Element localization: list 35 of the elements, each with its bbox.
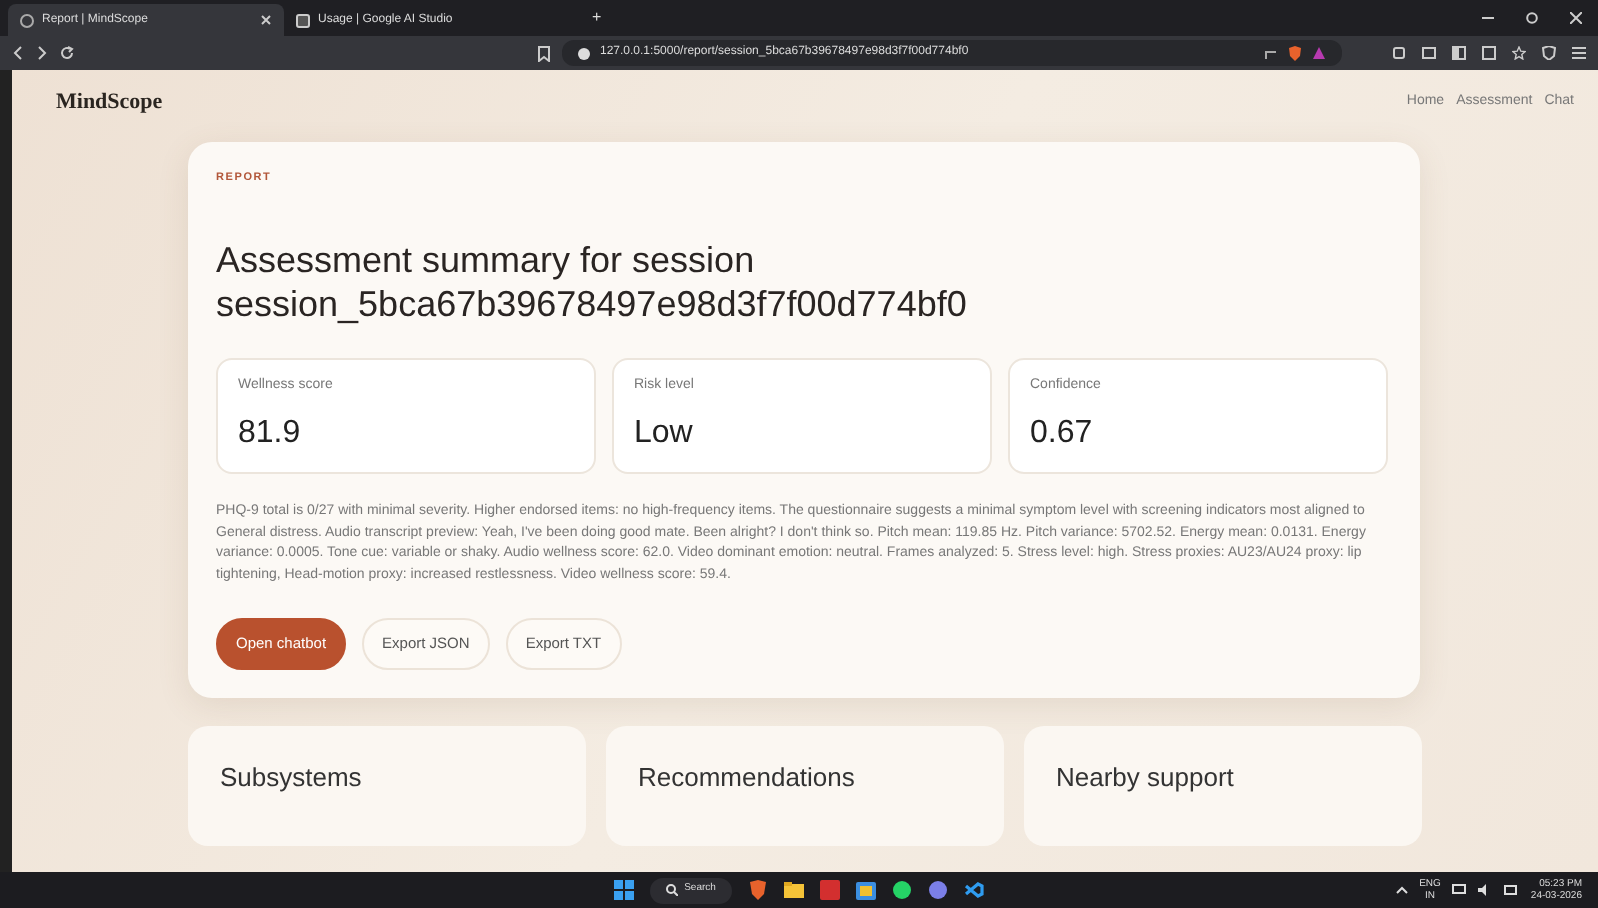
star-icon[interactable] (1512, 46, 1526, 60)
metric-value: 81.9 (238, 413, 303, 454)
shield-icon[interactable] (1542, 46, 1556, 60)
shield-icon[interactable] (1288, 45, 1302, 61)
chat-app-icon[interactable] (891, 880, 912, 900)
bookmark-icon[interactable] (538, 45, 550, 61)
section-title: Recommendations (638, 761, 855, 791)
store-app-icon[interactable] (855, 880, 876, 900)
tab-favicon-icon (296, 13, 310, 27)
windows-start-icon[interactable] (614, 880, 635, 900)
close-icon[interactable] (1570, 12, 1582, 24)
brand-logo[interactable]: MindScope (56, 85, 163, 119)
close-icon[interactable] (260, 14, 272, 26)
report-title: Assessment summary for session session_5bca67b39678497e98d3f7f00d774bf0 (216, 238, 969, 327)
shield-app-icon[interactable] (747, 880, 768, 900)
triangle-icon[interactable] (1312, 46, 1326, 60)
forward-icon[interactable] (36, 46, 48, 60)
chevron-up-icon[interactable] (1395, 886, 1408, 894)
reload-icon[interactable] (60, 46, 74, 60)
metric-value: 0.67 (1030, 413, 1095, 454)
info-icon (578, 47, 590, 59)
new-tab-button[interactable]: + (592, 6, 602, 30)
back-icon[interactable] (12, 46, 24, 60)
sphere-app-icon[interactable] (927, 880, 948, 900)
sidebar-icon[interactable] (1452, 46, 1466, 60)
code-editor-app-icon[interactable] (963, 880, 984, 900)
minimize-icon[interactable] (1482, 12, 1494, 24)
menu-icon[interactable] (1572, 46, 1586, 60)
folder-app-icon[interactable] (783, 880, 804, 900)
section-title: Subsystems (220, 761, 362, 791)
metric-value: Low (634, 413, 695, 454)
search-icon (666, 884, 679, 896)
section-title: Nearby support (1056, 761, 1234, 791)
window-icon[interactable] (1482, 46, 1496, 60)
letter-tile-app-icon[interactable] (819, 880, 840, 900)
